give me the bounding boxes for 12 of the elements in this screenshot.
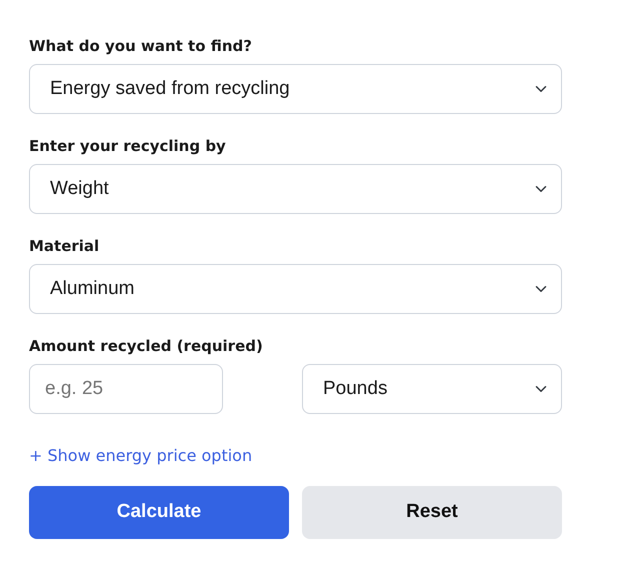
amount-input[interactable]: e.g. 25 [29,364,223,414]
dropdown-select[interactable]: Aluminum [29,264,562,314]
dropdown-select[interactable]: Weight [29,164,562,214]
reset-button[interactable]: Reset [302,486,562,539]
calculate-button[interactable]: Calculate [29,486,289,539]
dropdown-select[interactable]: Energy saved from recycling [29,64,562,114]
toggle-link[interactable]: + Show energy price option [29,446,252,465]
field-label: Enter your recycling by [29,136,227,156]
dropdown-select[interactable]: Pounds [302,364,562,414]
field-label: Amount recycled (required) [29,336,264,356]
field-label: What do you want to find? [29,36,253,56]
field-label: Material [29,236,100,256]
